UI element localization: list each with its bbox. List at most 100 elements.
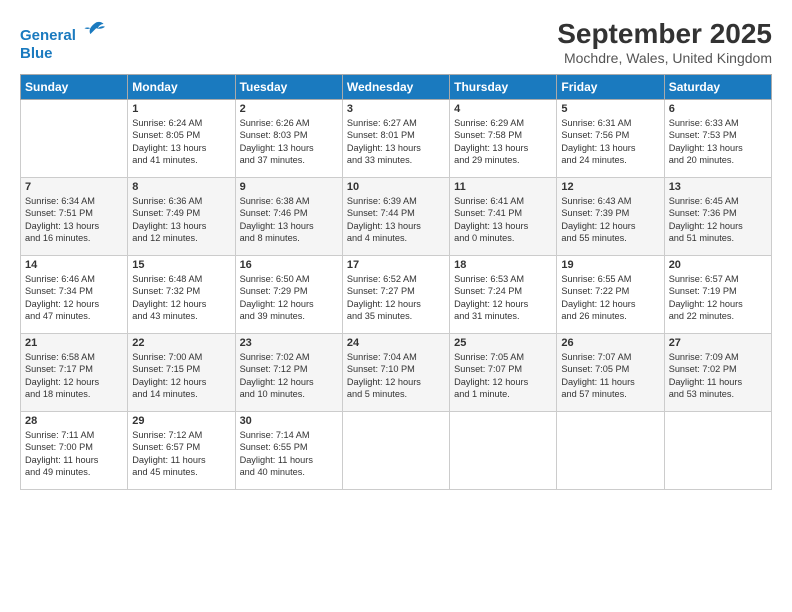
day-info: Sunrise: 7:14 AM Sunset: 6:55 PM Dayligh… [240,429,338,479]
day-info: Sunrise: 6:57 AM Sunset: 7:19 PM Dayligh… [669,273,767,323]
calendar-cell: 28 Sunrise: 7:11 AM Sunset: 7:00 PM Dayli… [21,412,128,490]
day-number: 22 [132,337,230,349]
day-number: 24 [347,337,445,349]
day-info: Sunrise: 6:53 AM Sunset: 7:24 PM Dayligh… [454,273,552,323]
day-info: Sunrise: 7:02 AM Sunset: 7:12 PM Dayligh… [240,351,338,401]
calendar-cell: 16 Sunrise: 6:50 AM Sunset: 7:29 PM Dayli… [235,256,342,334]
day-number: 28 [25,415,123,427]
day-number: 8 [132,181,230,193]
day-number: 29 [132,415,230,427]
day-number: 17 [347,259,445,271]
day-info: Sunrise: 6:29 AM Sunset: 7:58 PM Dayligh… [454,117,552,167]
calendar-table: SundayMondayTuesdayWednesdayThursdayFrid… [20,74,772,490]
calendar-cell [557,412,664,490]
calendar-cell: 14 Sunrise: 6:46 AM Sunset: 7:34 PM Dayli… [21,256,128,334]
day-number: 26 [561,337,659,349]
calendar-body: 1 Sunrise: 6:24 AM Sunset: 8:05 PM Daylig… [21,100,772,490]
header-cell-monday: Monday [128,75,235,100]
day-number: 1 [132,103,230,115]
day-info: Sunrise: 7:04 AM Sunset: 7:10 PM Dayligh… [347,351,445,401]
day-info: Sunrise: 6:58 AM Sunset: 7:17 PM Dayligh… [25,351,123,401]
day-info: Sunrise: 6:34 AM Sunset: 7:51 PM Dayligh… [25,195,123,245]
day-number: 14 [25,259,123,271]
calendar-cell: 20 Sunrise: 6:57 AM Sunset: 7:19 PM Dayli… [664,256,771,334]
day-number: 4 [454,103,552,115]
logo: General Blue [20,18,105,63]
calendar-cell [664,412,771,490]
day-number: 20 [669,259,767,271]
day-info: Sunrise: 6:50 AM Sunset: 7:29 PM Dayligh… [240,273,338,323]
day-info: Sunrise: 7:09 AM Sunset: 7:02 PM Dayligh… [669,351,767,401]
calendar-cell: 10Sunrise: 6:39 AM Sunset: 7:44 PM Dayli… [342,178,449,256]
main-title: September 2025 [557,18,772,50]
day-number: 21 [25,337,123,349]
day-info: Sunrise: 6:52 AM Sunset: 7:27 PM Dayligh… [347,273,445,323]
day-info: Sunrise: 7:07 AM Sunset: 7:05 PM Dayligh… [561,351,659,401]
day-info: Sunrise: 6:36 AM Sunset: 7:49 PM Dayligh… [132,195,230,245]
week-row-1: 7 Sunrise: 6:34 AM Sunset: 7:51 PM Daylig… [21,178,772,256]
calendar-cell: 12 Sunrise: 6:43 AM Sunset: 7:39 PM Dayli… [557,178,664,256]
week-row-3: 21 Sunrise: 6:58 AM Sunset: 7:17 PM Dayli… [21,334,772,412]
calendar-cell: 26 Sunrise: 7:07 AM Sunset: 7:05 PM Dayli… [557,334,664,412]
day-number: 12 [561,181,659,193]
day-number: 18 [454,259,552,271]
calendar-cell [450,412,557,490]
day-number: 16 [240,259,338,271]
calendar-cell [21,100,128,178]
header: General Blue September 2025 Mochdre, Wal… [20,18,772,66]
day-number: 10 [347,181,445,193]
calendar-cell: 8 Sunrise: 6:36 AM Sunset: 7:49 PM Daylig… [128,178,235,256]
calendar-cell: 29 Sunrise: 7:12 AM Sunset: 6:57 PM Dayli… [128,412,235,490]
day-number: 9 [240,181,338,193]
calendar-cell: 19Sunrise: 6:55 AM Sunset: 7:22 PM Dayli… [557,256,664,334]
day-number: 6 [669,103,767,115]
day-info: Sunrise: 7:00 AM Sunset: 7:15 PM Dayligh… [132,351,230,401]
subtitle: Mochdre, Wales, United Kingdom [557,50,772,66]
day-info: Sunrise: 6:38 AM Sunset: 7:46 PM Dayligh… [240,195,338,245]
day-number: 11 [454,181,552,193]
header-row: SundayMondayTuesdayWednesdayThursdayFrid… [21,75,772,100]
day-number: 13 [669,181,767,193]
calendar-cell: 5 Sunrise: 6:31 AM Sunset: 7:56 PM Daylig… [557,100,664,178]
logo-line2: Blue [20,45,105,63]
calendar-cell: 6 Sunrise: 6:33 AM Sunset: 7:53 PM Daylig… [664,100,771,178]
header-cell-saturday: Saturday [664,75,771,100]
calendar-cell: 30Sunrise: 7:14 AM Sunset: 6:55 PM Dayli… [235,412,342,490]
day-info: Sunrise: 6:26 AM Sunset: 8:03 PM Dayligh… [240,117,338,167]
header-cell-wednesday: Wednesday [342,75,449,100]
day-number: 23 [240,337,338,349]
calendar-cell: 21 Sunrise: 6:58 AM Sunset: 7:17 PM Dayli… [21,334,128,412]
calendar-cell: 2 Sunrise: 6:26 AM Sunset: 8:03 PM Daylig… [235,100,342,178]
logo-line1: General [20,27,76,44]
calendar-cell: 15Sunrise: 6:48 AM Sunset: 7:32 PM Dayli… [128,256,235,334]
calendar-cell: 25Sunrise: 7:05 AM Sunset: 7:07 PM Dayli… [450,334,557,412]
week-row-2: 14 Sunrise: 6:46 AM Sunset: 7:34 PM Dayli… [21,256,772,334]
header-cell-thursday: Thursday [450,75,557,100]
day-info: Sunrise: 6:24 AM Sunset: 8:05 PM Dayligh… [132,117,230,167]
day-number: 7 [25,181,123,193]
header-cell-sunday: Sunday [21,75,128,100]
day-info: Sunrise: 6:27 AM Sunset: 8:01 PM Dayligh… [347,117,445,167]
calendar-cell: 4 Sunrise: 6:29 AM Sunset: 7:58 PM Daylig… [450,100,557,178]
calendar-cell: 7 Sunrise: 6:34 AM Sunset: 7:51 PM Daylig… [21,178,128,256]
calendar-cell: 17 Sunrise: 6:52 AM Sunset: 7:27 PM Dayli… [342,256,449,334]
week-row-0: 1 Sunrise: 6:24 AM Sunset: 8:05 PM Daylig… [21,100,772,178]
day-info: Sunrise: 7:12 AM Sunset: 6:57 PM Dayligh… [132,429,230,479]
day-number: 5 [561,103,659,115]
calendar-cell [342,412,449,490]
day-info: Sunrise: 6:45 AM Sunset: 7:36 PM Dayligh… [669,195,767,245]
logo-bird-icon [83,18,105,40]
calendar-cell: 3 Sunrise: 6:27 AM Sunset: 8:01 PM Daylig… [342,100,449,178]
day-number: 25 [454,337,552,349]
week-row-4: 28 Sunrise: 7:11 AM Sunset: 7:00 PM Dayli… [21,412,772,490]
day-number: 2 [240,103,338,115]
day-info: Sunrise: 6:46 AM Sunset: 7:34 PM Dayligh… [25,273,123,323]
day-info: Sunrise: 7:11 AM Sunset: 7:00 PM Dayligh… [25,429,123,479]
day-info: Sunrise: 6:48 AM Sunset: 7:32 PM Dayligh… [132,273,230,323]
day-info: Sunrise: 6:33 AM Sunset: 7:53 PM Dayligh… [669,117,767,167]
day-info: Sunrise: 6:31 AM Sunset: 7:56 PM Dayligh… [561,117,659,167]
day-number: 27 [669,337,767,349]
day-number: 3 [347,103,445,115]
day-info: Sunrise: 6:43 AM Sunset: 7:39 PM Dayligh… [561,195,659,245]
header-cell-friday: Friday [557,75,664,100]
